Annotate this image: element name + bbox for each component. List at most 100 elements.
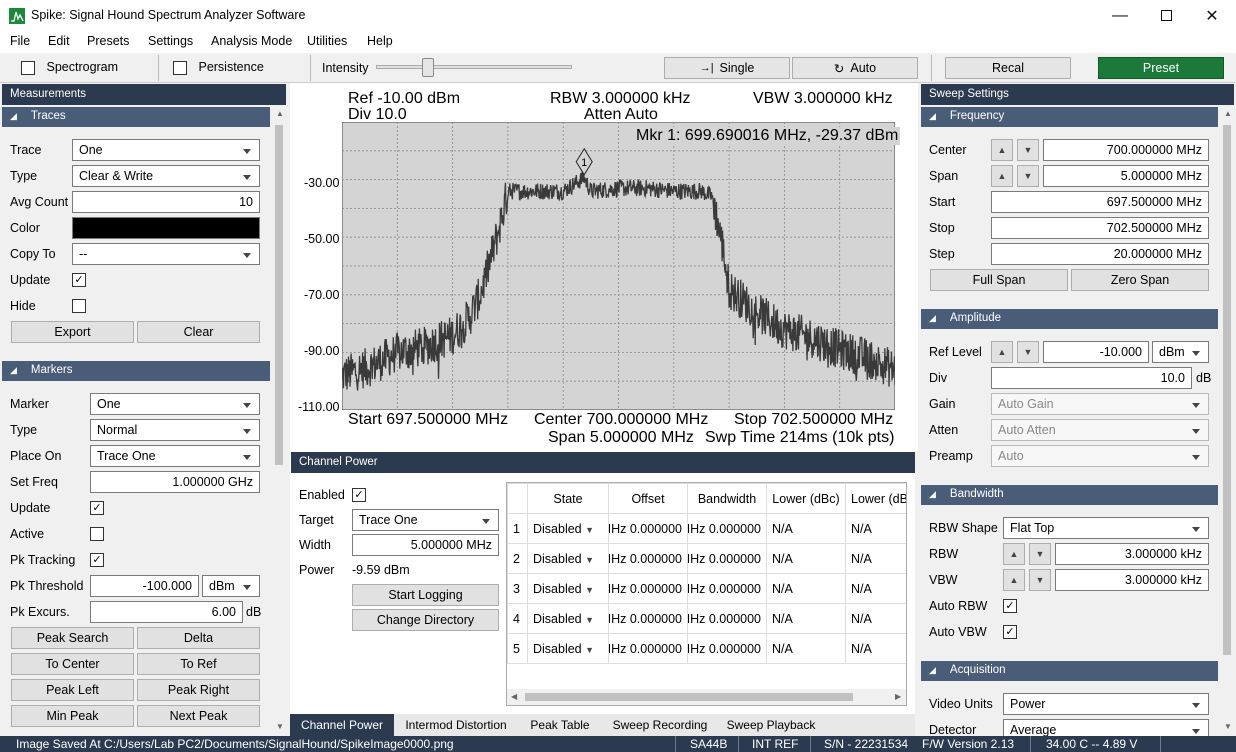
spectrogram-toggle[interactable]: Spectrogram bbox=[21, 60, 118, 75]
gain-select[interactable]: Auto Gain bbox=[991, 393, 1209, 415]
bandwidth-cell[interactable]: 0.000000 MHz bbox=[687, 573, 767, 604]
menu-utilities[interactable]: Utilities bbox=[307, 34, 347, 48]
span-input[interactable]: 5.000000 MHz bbox=[1043, 165, 1209, 187]
scroll-right-icon[interactable]: ▶ bbox=[895, 692, 901, 701]
sweep-scrollbar[interactable]: ▲ ▼ bbox=[1220, 107, 1234, 735]
to-ref-button[interactable]: To Ref bbox=[137, 653, 260, 675]
state-select[interactable]: Disabled ▼ bbox=[527, 633, 609, 664]
trace-update-checkbox[interactable]: ✓ bbox=[72, 272, 86, 287]
state-select[interactable]: Disabled ▼ bbox=[527, 513, 609, 544]
maximize-icon[interactable] bbox=[1143, 0, 1189, 31]
enabled-checkbox[interactable]: ✓ bbox=[352, 487, 366, 502]
markers-section-header[interactable]: ◢ Markers bbox=[2, 361, 270, 381]
tab-peak-table[interactable]: Peak Table bbox=[518, 714, 602, 736]
menu-analysis-mode[interactable]: Analysis Mode bbox=[211, 34, 292, 48]
to-center-button[interactable]: To Center bbox=[11, 653, 134, 675]
bandwidth-cell[interactable]: 0.000000 MHz bbox=[687, 633, 767, 664]
frequency-section-header[interactable]: ◢ Frequency bbox=[921, 107, 1218, 127]
scroll-thumb[interactable] bbox=[275, 125, 283, 465]
tab-sweep-recording[interactable]: Sweep Recording bbox=[602, 714, 718, 736]
intensity-slider-thumb[interactable] bbox=[422, 58, 434, 77]
persistence-toggle[interactable]: Persistence bbox=[173, 60, 264, 75]
measurements-scrollbar[interactable]: ▲ ▼ bbox=[272, 107, 286, 735]
tab-sweep-playback[interactable]: Sweep Playback bbox=[718, 714, 824, 736]
target-select[interactable]: Trace One bbox=[352, 509, 499, 531]
bandwidth-cell[interactable]: 0.000000 MHz bbox=[687, 513, 767, 544]
offset-cell[interactable]: 0.000000 MHz bbox=[608, 543, 688, 574]
delta-button[interactable]: Delta bbox=[137, 627, 260, 649]
center-freq-input[interactable]: 700.000000 MHz bbox=[1043, 139, 1209, 161]
ref-level-up-icon[interactable]: ▲ bbox=[991, 341, 1013, 363]
active-checkbox[interactable] bbox=[90, 526, 104, 541]
marker-type-select[interactable]: Normal bbox=[90, 419, 260, 441]
offset-cell[interactable]: 0.000000 MHz bbox=[608, 603, 688, 634]
rbw-down-icon[interactable]: ▼ bbox=[1029, 543, 1051, 565]
hide-checkbox[interactable] bbox=[72, 298, 86, 313]
rbw-input[interactable]: 3.000000 kHz bbox=[1055, 543, 1209, 565]
pk-threshold-unit-select[interactable]: dBm bbox=[202, 575, 260, 597]
bandwidth-section-header[interactable]: ◢ Bandwidth bbox=[921, 485, 1218, 505]
spectrogram-checkbox[interactable] bbox=[21, 60, 35, 75]
column-header[interactable]: Offset bbox=[608, 483, 688, 514]
vbw-down-icon[interactable]: ▼ bbox=[1029, 569, 1051, 591]
min-peak-button[interactable]: Min Peak bbox=[11, 705, 134, 727]
scroll-up-icon[interactable]: ▲ bbox=[1224, 109, 1232, 118]
trace-select[interactable]: One bbox=[72, 139, 260, 161]
pk-threshold-input[interactable]: -100.000 bbox=[90, 575, 199, 597]
bandwidth-cell[interactable]: 0.000000 MHz bbox=[687, 543, 767, 574]
start-logging-button[interactable]: Start Logging bbox=[352, 584, 499, 606]
rbw-up-icon[interactable]: ▲ bbox=[1003, 543, 1025, 565]
center-down-icon[interactable]: ▼ bbox=[1017, 139, 1039, 161]
rbw-shape-select[interactable]: Flat Top bbox=[1003, 517, 1209, 539]
video-units-select[interactable]: Power bbox=[1003, 693, 1209, 715]
vbw-up-icon[interactable]: ▲ bbox=[1003, 569, 1025, 591]
spectrum-graticule[interactable]: 1 bbox=[342, 122, 895, 410]
pk-tracking-checkbox[interactable]: ✓ bbox=[90, 552, 104, 567]
state-select[interactable]: Disabled ▼ bbox=[527, 603, 609, 634]
clear-button[interactable]: Clear bbox=[137, 321, 260, 343]
menu-file[interactable]: File bbox=[10, 34, 30, 48]
traces-section-header[interactable]: ◢ Traces bbox=[2, 107, 270, 127]
change-directory-button[interactable]: Change Directory bbox=[352, 609, 499, 631]
bandwidth-cell[interactable]: 0.000000 MHz bbox=[687, 603, 767, 634]
detector-select[interactable]: Average bbox=[1003, 719, 1209, 736]
scroll-down-icon[interactable]: ▼ bbox=[1224, 722, 1232, 731]
column-header[interactable]: Bandwidth bbox=[687, 483, 767, 514]
persistence-checkbox[interactable] bbox=[173, 60, 187, 75]
close-icon[interactable]: ✕ bbox=[1189, 0, 1235, 31]
center-up-icon[interactable]: ▲ bbox=[991, 139, 1013, 161]
amplitude-section-header[interactable]: ◢ Amplitude bbox=[921, 309, 1218, 329]
menu-help[interactable]: Help bbox=[367, 34, 393, 48]
tab-channel-power[interactable]: Channel Power bbox=[290, 714, 394, 736]
span-up-icon[interactable]: ▲ bbox=[991, 165, 1013, 187]
step-input[interactable]: 20.000000 MHz bbox=[991, 243, 1209, 265]
start-freq-input[interactable]: 697.500000 MHz bbox=[991, 191, 1209, 213]
intensity-slider-track[interactable] bbox=[376, 65, 572, 69]
avg-count-input[interactable]: 10 bbox=[72, 191, 260, 213]
menu-edit[interactable]: Edit bbox=[48, 34, 70, 48]
menu-settings[interactable]: Settings bbox=[148, 34, 193, 48]
offset-cell[interactable]: 0.000000 MHz bbox=[608, 513, 688, 544]
scroll-thumb[interactable] bbox=[1223, 125, 1231, 655]
single-sweep-button[interactable]: →| Single bbox=[664, 57, 790, 79]
recal-button[interactable]: Recal bbox=[945, 57, 1071, 79]
peak-right-button[interactable]: Peak Right bbox=[137, 679, 260, 701]
preamp-select[interactable]: Auto bbox=[991, 445, 1209, 467]
vbw-input[interactable]: 3.000000 kHz bbox=[1055, 569, 1209, 591]
marker-select[interactable]: One bbox=[90, 393, 260, 415]
trace-color-swatch[interactable] bbox=[72, 217, 260, 239]
scroll-left-icon[interactable]: ◀ bbox=[511, 692, 517, 701]
column-header[interactable]: Lower (dBc) bbox=[766, 483, 846, 514]
copy-to-select[interactable]: -- bbox=[72, 243, 260, 265]
preset-button[interactable]: Preset bbox=[1098, 57, 1224, 79]
full-span-button[interactable]: Full Span bbox=[930, 269, 1068, 291]
set-freq-input[interactable]: 1.000000 GHz bbox=[90, 471, 260, 493]
offset-cell[interactable]: 0.000000 MHz bbox=[608, 633, 688, 664]
span-down-icon[interactable]: ▼ bbox=[1017, 165, 1039, 187]
state-select[interactable]: Disabled ▼ bbox=[527, 543, 609, 574]
atten-select[interactable]: Auto Atten bbox=[991, 419, 1209, 441]
column-header[interactable]: Lower (dBm bbox=[845, 483, 906, 514]
peak-left-button[interactable]: Peak Left bbox=[11, 679, 134, 701]
scroll-down-icon[interactable]: ▼ bbox=[276, 722, 284, 731]
next-peak-button[interactable]: Next Peak bbox=[137, 705, 260, 727]
